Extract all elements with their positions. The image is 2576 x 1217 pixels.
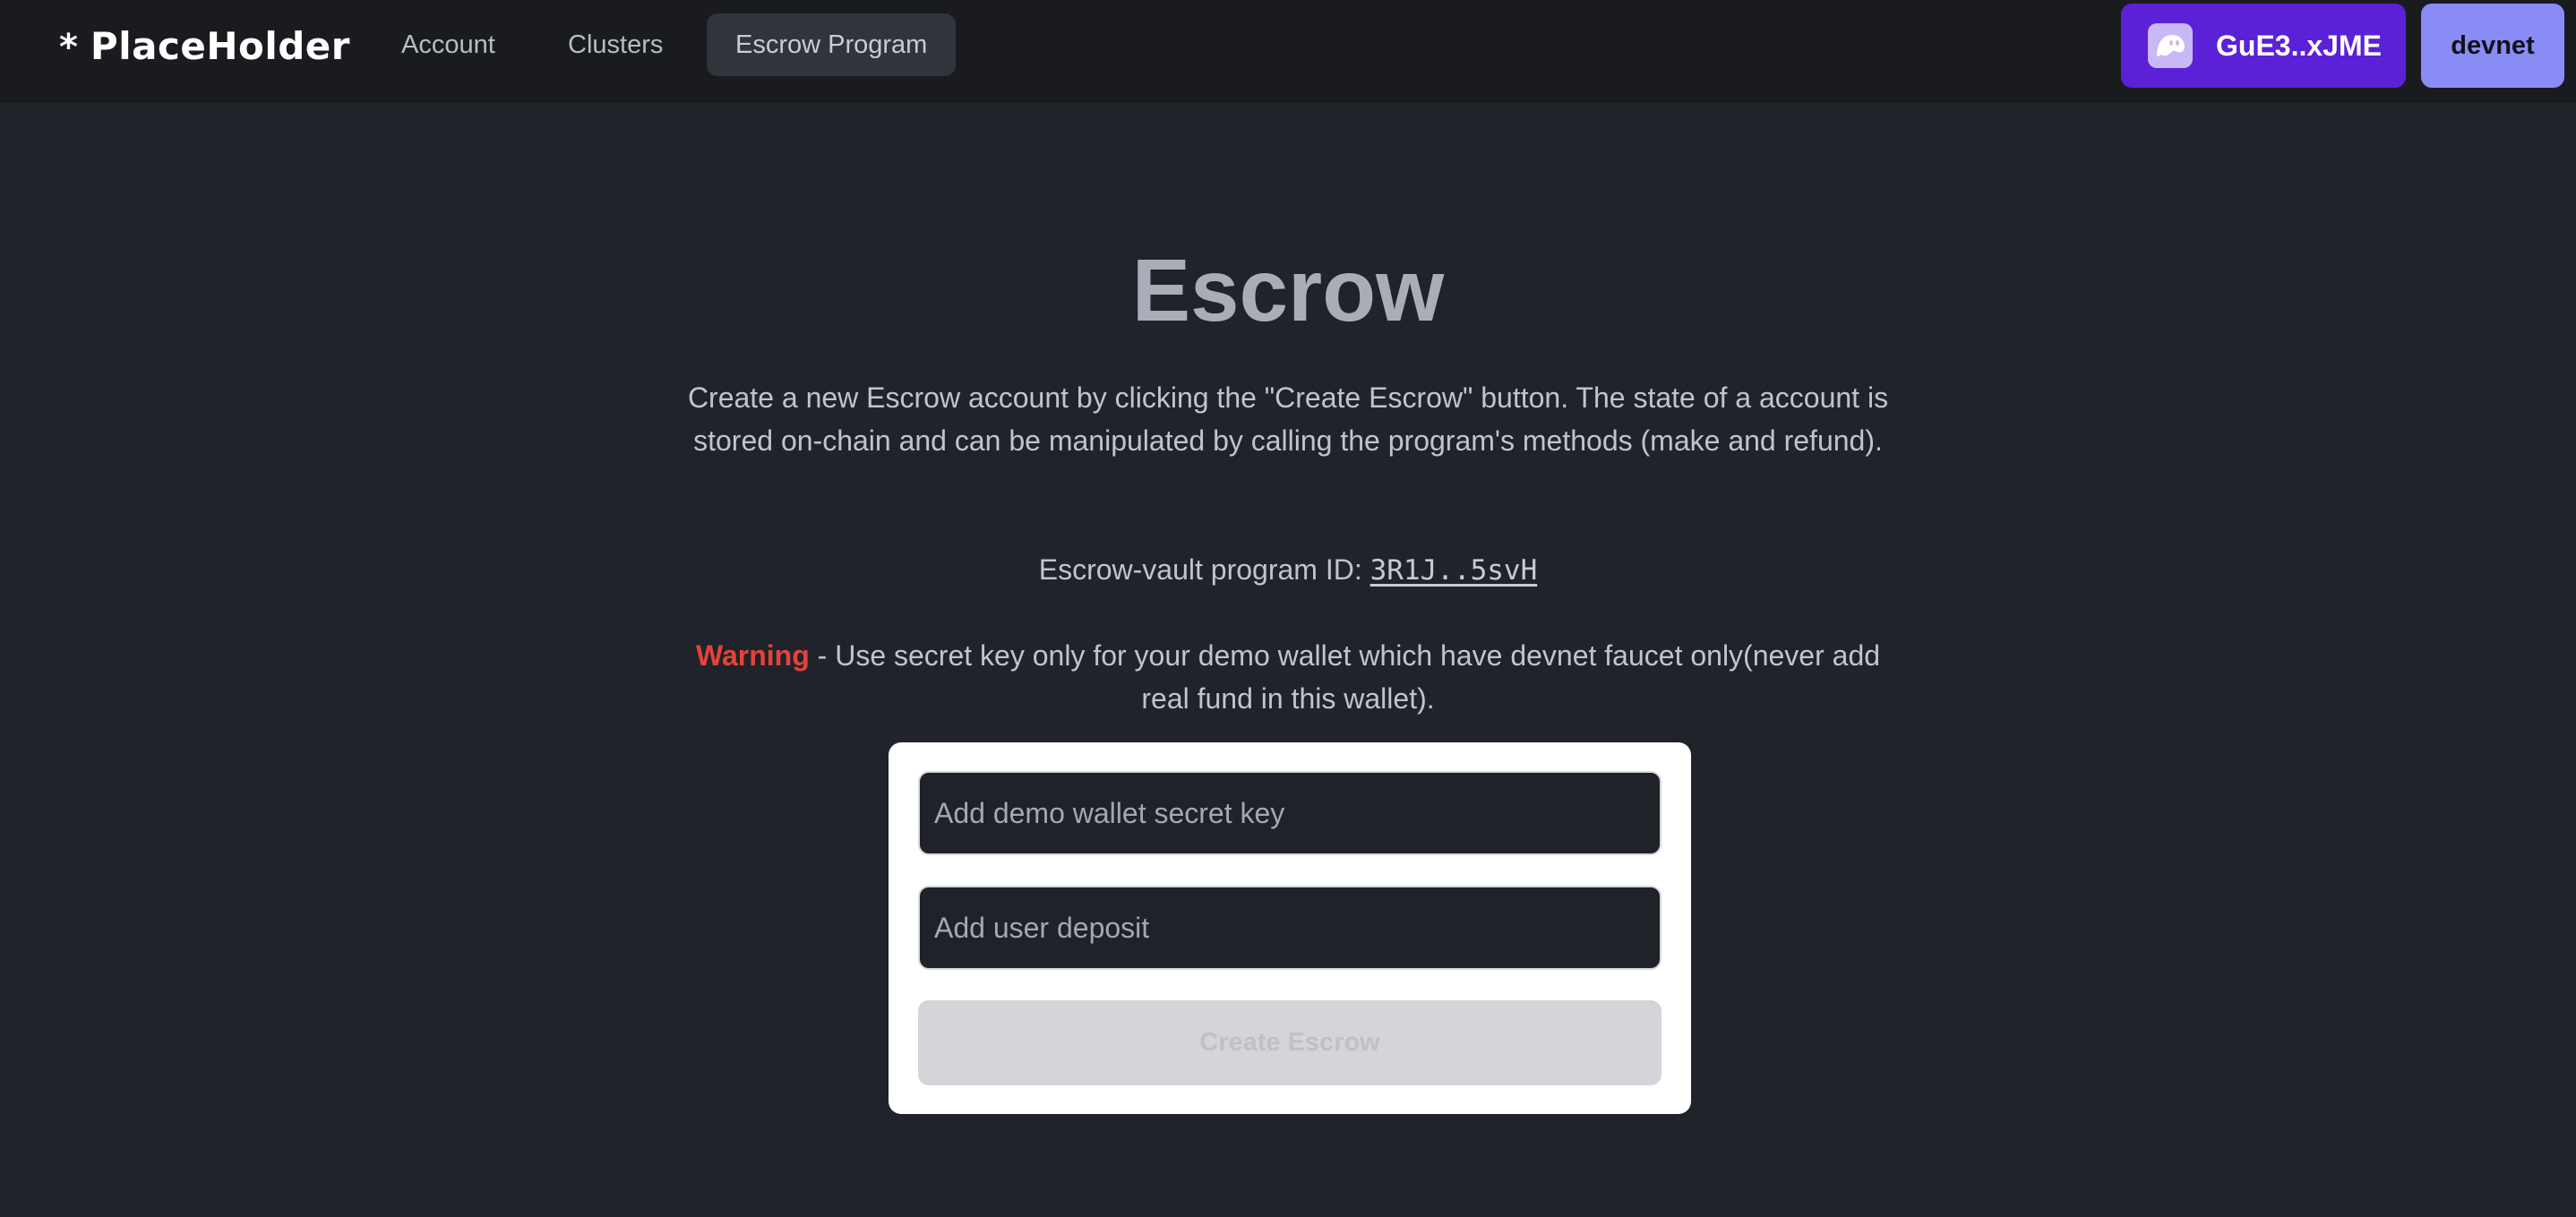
nav-link-clusters[interactable]: Clusters [539, 13, 691, 76]
page-description: Create a new Escrow account by clicking … [687, 381, 1889, 457]
cluster-select-button[interactable]: devnet [2421, 4, 2564, 88]
create-escrow-card: Create Escrow [889, 742, 1691, 1114]
program-id-line: Escrow-vault program ID: 3R1J..5svH [0, 548, 2576, 592]
brand-logo-link[interactable]: * PlaceHolder [59, 21, 350, 70]
warning-label: Warning [695, 639, 810, 672]
wallet-button[interactable]: GuE3..xJME [2121, 4, 2406, 88]
nav-link-escrow-program[interactable]: Escrow Program [707, 13, 957, 76]
warning-text: - Use secret key only for your demo wall… [809, 639, 1881, 715]
phantom-ghost-icon [2148, 23, 2193, 68]
nav-link-account[interactable]: Account [373, 13, 524, 76]
secret-key-input[interactable] [918, 771, 1662, 855]
create-escrow-button[interactable]: Create Escrow [918, 1000, 1662, 1085]
deposit-input[interactable] [918, 886, 1662, 970]
top-navbar: * PlaceHolder Account Clusters Escrow Pr… [0, 0, 2576, 102]
asterisk-icon: * [59, 27, 78, 68]
page-title: Escrow [1131, 241, 1445, 339]
warning-notice: Warning - Use secret key only for your d… [679, 634, 1897, 720]
program-id-link[interactable]: 3R1J..5svH [1370, 554, 1538, 587]
wallet-address-label: GuE3..xJME [2216, 29, 2382, 62]
program-id-label: Escrow-vault program ID: [1038, 553, 1370, 586]
brand-name: PlaceHolder [90, 23, 350, 68]
